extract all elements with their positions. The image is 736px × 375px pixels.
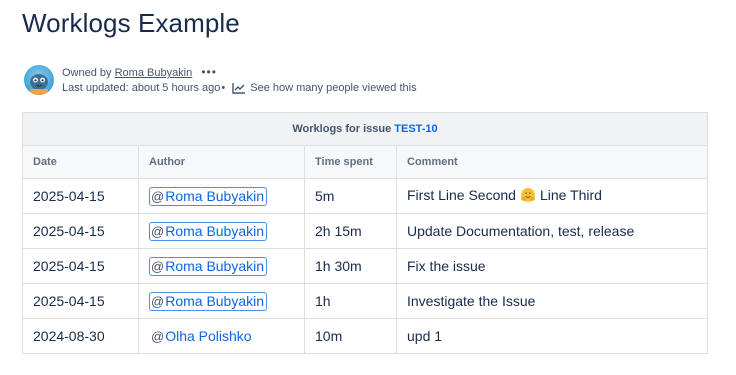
user-mention[interactable]: @Roma Bubyakin — [149, 221, 268, 241]
mention-name: Roma Bubyakin — [165, 257, 265, 274]
table-caption-label: Worklogs for issue — [292, 123, 392, 135]
date-cell: 2025-04-15 — [22, 283, 139, 319]
avatar-image — [30, 71, 48, 95]
column-header-time-spent: Time spent — [304, 145, 397, 179]
author-cell: @Roma Bubyakin — [138, 213, 305, 249]
author-cell: @Roma Bubyakin — [138, 248, 305, 284]
page-analytics-label: See how many people viewed this — [250, 82, 417, 94]
last-updated-text: Last updated: about 5 hours ago — [62, 82, 221, 94]
date-cell: 2025-04-15 — [22, 213, 139, 249]
comment-text-continued: Line Third — [539, 186, 602, 203]
mention-at-sign: @ — [151, 293, 165, 309]
table-caption-row: Worklogs for issue TEST-10 — [21, 112, 709, 146]
mention-name: Roma Bubyakin — [165, 292, 265, 309]
owner-avatar[interactable] — [24, 65, 54, 95]
comment-cell: Update Documentation, test, release — [395, 213, 709, 249]
date-cell: 2024-08-30 — [22, 318, 139, 354]
mention-name: Olha Polishko — [165, 327, 252, 344]
hugging-face-icon — [520, 187, 536, 206]
user-mention[interactable]: @Olha Polishko — [149, 327, 255, 346]
table-caption: Worklogs for issue TEST-10 — [21, 112, 709, 146]
page-analytics-link[interactable]: See how many people viewed this — [232, 82, 417, 94]
issue-key-link[interactable]: TEST-10 — [394, 123, 437, 135]
table-row: 2025-04-15 @Roma Bubyakin 2h 15m Update … — [22, 213, 709, 249]
mention-at-sign: @ — [151, 223, 165, 239]
table-row: 2025-04-15 @Roma Bubyakin 5m First Line … — [22, 178, 709, 214]
comment-text: First Line Second — [407, 186, 516, 203]
table-header-row: Date Author Time spent Comment — [22, 145, 709, 179]
analytics-chart-icon — [232, 83, 246, 94]
time-spent-cell: 2h 15m — [304, 213, 397, 249]
comment-cell: First Line Second Line Third — [395, 178, 709, 214]
column-header-comment: Comment — [395, 145, 709, 179]
author-cell: @Olha Polishko — [138, 318, 305, 354]
user-mention[interactable]: @Roma Bubyakin — [149, 186, 268, 206]
time-spent-cell: 5m — [304, 178, 397, 214]
separator-dot: • — [221, 82, 226, 94]
time-spent-cell: 1h — [304, 283, 397, 319]
mention-name: Roma Bubyakin — [165, 187, 265, 204]
page-byline: Owned by Roma Bubyakin ••• Last updated:… — [24, 62, 444, 98]
mention-at-sign: @ — [151, 258, 165, 274]
comment-cell: Fix the issue — [395, 248, 709, 284]
comment-cell: Investigate the Issue — [395, 283, 709, 319]
date-cell: 2025-04-15 — [22, 248, 139, 284]
date-cell: 2025-04-15 — [22, 178, 139, 214]
mention-at-sign: @ — [151, 188, 165, 204]
worklogs-table: Worklogs for issue TEST-10 Date Author T… — [21, 112, 709, 354]
mention-name: Roma Bubyakin — [165, 222, 265, 239]
user-mention[interactable]: @Roma Bubyakin — [149, 291, 268, 311]
owner-name-link[interactable]: Roma Bubyakin — [115, 67, 193, 79]
table-row: 2025-04-15 @Roma Bubyakin 1h 30m Fix the… — [22, 248, 709, 284]
page-title: Worklogs Example — [22, 8, 240, 38]
column-header-date: Date — [22, 145, 139, 179]
mention-at-sign: @ — [151, 328, 165, 344]
author-cell: @Roma Bubyakin — [138, 178, 305, 214]
column-header-author: Author — [138, 145, 305, 179]
table-row: 2024-08-30 @Olha Polishko 10m upd 1 — [22, 318, 709, 354]
author-cell: @Roma Bubyakin — [138, 283, 305, 319]
table-row: 2025-04-15 @Roma Bubyakin 1h Investigate… — [22, 283, 709, 319]
time-spent-cell: 1h 30m — [304, 248, 397, 284]
more-actions-icon[interactable]: ••• — [201, 65, 217, 79]
last-updated-line: Last updated: about 5 hours ago • See how… — [62, 82, 417, 94]
user-mention[interactable]: @Roma Bubyakin — [149, 256, 268, 276]
time-spent-cell: 10m — [304, 318, 397, 354]
comment-cell: upd 1 — [395, 318, 709, 354]
owner-line: Owned by Roma Bubyakin ••• — [62, 65, 217, 79]
owned-by-label: Owned by — [62, 67, 112, 79]
